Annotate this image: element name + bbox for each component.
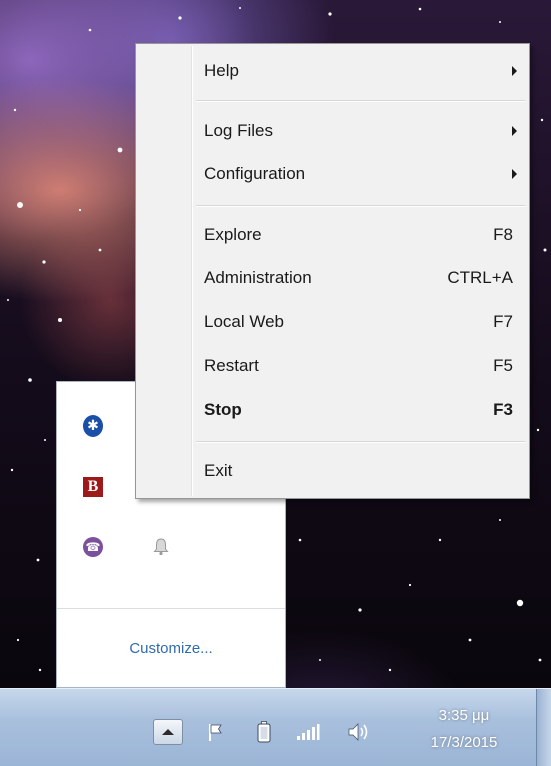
menu-item-label: Exit [204, 461, 233, 480]
menu-item-label: Help [204, 61, 239, 80]
volume-icon[interactable] [346, 719, 374, 745]
menu-item-label: Administration [204, 268, 312, 287]
viber-icon[interactable]: ☎ [81, 535, 105, 559]
menu-item-explore[interactable]: Explore F8 [138, 215, 527, 255]
menu-item-configuration[interactable]: Configuration [138, 154, 527, 194]
taskbar: 3:35 μμ 17/3/2015 [0, 688, 551, 766]
clock-date: 17/3/2015 [430, 734, 498, 751]
menu-separator [196, 441, 525, 443]
menu-item-label: Explore [204, 225, 262, 244]
menu-item-stop[interactable]: Stop F3 [138, 390, 527, 430]
b-app-icon[interactable]: B [81, 475, 105, 499]
menu-item-label: Configuration [204, 164, 306, 183]
menu-item-shortcut: F5 [493, 356, 513, 375]
battery-icon[interactable] [254, 719, 274, 745]
network-signal-icon[interactable] [293, 719, 323, 745]
menu-item-label: Log Files [204, 121, 273, 140]
customize-link[interactable]: Customize... [129, 640, 212, 657]
menu-item-shortcut: CTRL+A [447, 268, 513, 287]
menu-item-label: Restart [204, 356, 259, 375]
bell-icon[interactable] [149, 535, 173, 559]
menu-item-log-files[interactable]: Log Files [138, 111, 527, 151]
customize-area: Customize... [57, 608, 285, 687]
clock-time: 3:35 μμ [438, 707, 490, 724]
menu-item-shortcut: F7 [493, 312, 513, 331]
menu-separator [196, 205, 525, 207]
menu-item-local-web[interactable]: Local Web F7 [138, 302, 527, 342]
show-hidden-icons-button[interactable] [153, 719, 183, 745]
chevron-up-icon [162, 729, 174, 735]
menu-item-shortcut: F3 [493, 400, 513, 419]
menu-separator [196, 100, 525, 102]
menu-item-label: Stop [204, 400, 242, 419]
submenu-arrow-icon [512, 169, 517, 179]
submenu-arrow-icon [512, 66, 517, 76]
tray-context-menu: Help Log Files Configuration Explore F8 … [135, 43, 530, 499]
system-clock[interactable]: 3:35 μμ 17/3/2015 [400, 702, 528, 756]
menu-item-label: Local Web [204, 312, 285, 331]
bluetooth-icon[interactable]: ✱ [81, 414, 105, 438]
menu-item-help[interactable]: Help [138, 51, 527, 91]
menu-item-exit[interactable]: Exit [138, 451, 527, 491]
show-desktop-button[interactable] [536, 689, 551, 766]
submenu-arrow-icon [512, 126, 517, 136]
menu-item-restart[interactable]: Restart F5 [138, 346, 527, 386]
menu-item-shortcut: F8 [493, 225, 513, 244]
action-center-flag-icon[interactable] [203, 719, 229, 745]
menu-item-administration[interactable]: Administration CTRL+A [138, 258, 527, 298]
